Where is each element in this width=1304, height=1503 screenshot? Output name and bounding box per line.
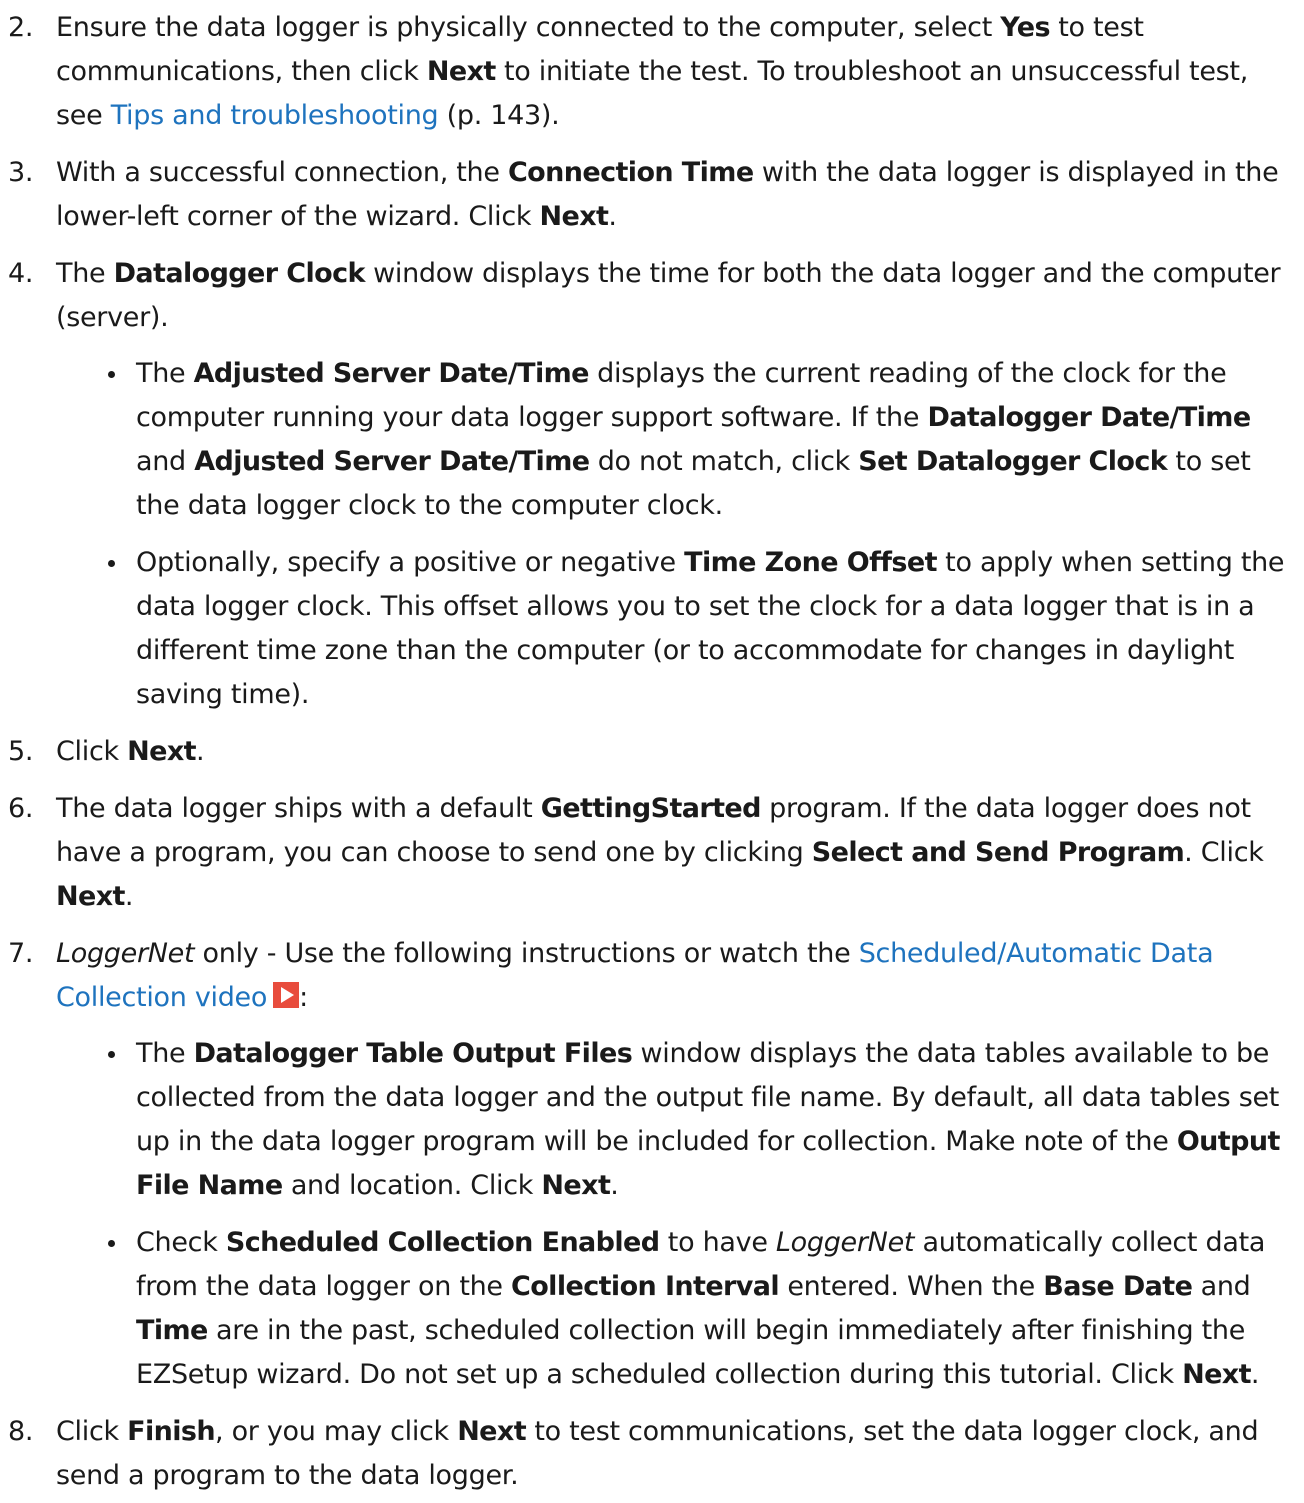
text-run: entered. When the (779, 1271, 1044, 1302)
ui-term: Set Datalogger Clock (858, 446, 1168, 477)
ui-term: Next (541, 1170, 611, 1201)
ui-term: Datalogger Date/Time (927, 402, 1251, 433)
ui-term: Time Zone Offset (684, 547, 937, 578)
ui-term: Select and Send Program (811, 837, 1185, 868)
text-run: Click (56, 1416, 128, 1447)
step-number: 5. (8, 736, 34, 767)
step-text: Click Finish, or you may click Next to t… (56, 1410, 1290, 1498)
text-run: With a successful connection, the (56, 157, 508, 188)
ui-term: Adjusted Server Date/Time (194, 446, 590, 477)
ui-term: Next (56, 881, 125, 912)
ui-term: Time (136, 1315, 208, 1346)
text-run: . (610, 1170, 619, 1201)
ui-term: Base Date (1043, 1271, 1193, 1302)
text-run: The (56, 258, 114, 289)
step-number: 7. (8, 938, 34, 969)
text-run: Check (136, 1227, 226, 1258)
step-number: 6. (8, 793, 34, 824)
step-3: 3. With a successful connection, the Con… (8, 151, 1290, 239)
text-run: : (299, 982, 308, 1013)
text-run: The (136, 358, 194, 389)
ui-term: Scheduled Collection Enabled (225, 1227, 660, 1258)
bullet-item: Optionally, specify a positive or negati… (86, 541, 1290, 717)
step-number: 2. (8, 12, 34, 43)
step-number: 3. (8, 157, 34, 188)
ui-term: GettingStarted (540, 793, 762, 824)
text-run: . (195, 736, 205, 767)
play-video-icon[interactable] (273, 982, 300, 1008)
tips-troubleshooting-link[interactable]: Tips and troubleshooting (111, 100, 439, 131)
text-run: to have (659, 1227, 776, 1258)
step-8: 8. Click Finish, or you may click Next t… (8, 1410, 1290, 1498)
step-4: 4. The Datalogger Clock window displays … (8, 252, 1290, 717)
text-run: Ensure the data logger is physically con… (56, 12, 1001, 43)
text-run: . Click (1184, 837, 1264, 868)
ui-term: Connection Time (507, 157, 754, 188)
text-run: . (608, 201, 617, 232)
step-4-bullets: The Adjusted Server Date/Time displays t… (56, 352, 1290, 717)
instruction-steps: 2. Ensure the data logger is physically … (8, 6, 1290, 1498)
step-number: 4. (8, 258, 34, 289)
text-run: , or you may click (215, 1416, 458, 1447)
ui-term: Adjusted Server Date/Time (193, 358, 590, 389)
ui-term: Next (127, 736, 196, 767)
ui-term: Datalogger Table Output Files (193, 1038, 633, 1069)
text-run: Click (56, 736, 128, 767)
step-2: 2. Ensure the data logger is physically … (8, 6, 1290, 138)
bullet-item: Check Scheduled Collection Enabled to ha… (86, 1221, 1290, 1397)
step-text: With a successful connection, the Connec… (56, 151, 1290, 239)
text-run: do not match, click (589, 446, 859, 477)
ui-term: Datalogger Clock (113, 258, 366, 289)
step-text: Ensure the data logger is physically con… (56, 6, 1290, 138)
text-run: The data logger ships with a default (56, 793, 541, 824)
ui-term: Next (426, 56, 496, 87)
ui-term: Finish (127, 1416, 215, 1447)
text-run: . (124, 881, 134, 912)
ui-term: Next (539, 201, 609, 232)
text-run: only - Use the following instructions or… (194, 938, 859, 969)
ui-term: Next (457, 1416, 527, 1447)
product-name: LoggerNet (775, 1227, 915, 1258)
text-run: and (1192, 1271, 1251, 1302)
text-run: The (136, 1038, 194, 1069)
step-7: 7. LoggerNet only - Use the following in… (8, 932, 1290, 1397)
step-7-bullets: The Datalogger Table Output Files window… (56, 1032, 1290, 1397)
step-6: 6. The data logger ships with a default … (8, 787, 1290, 919)
step-text: The data logger ships with a default Get… (56, 787, 1290, 919)
step-number: 8. (8, 1416, 34, 1447)
ui-term: Collection Interval (511, 1271, 780, 1302)
step-text: The Datalogger Clock window displays the… (56, 252, 1290, 340)
text-run: Optionally, specify a positive or negati… (136, 547, 685, 578)
bullet-item: The Adjusted Server Date/Time displays t… (86, 352, 1290, 528)
ui-term: Next (1182, 1359, 1251, 1390)
text-run: . (1250, 1359, 1260, 1390)
text-run: and location. Click (282, 1170, 542, 1201)
product-name: LoggerNet (56, 938, 195, 969)
text-run: are in the past, scheduled collection wi… (136, 1315, 1246, 1390)
step-5: 5. Click Next. (8, 730, 1290, 774)
text-run: and (136, 446, 195, 477)
ui-term: Yes (1000, 12, 1050, 43)
document-page: 2. Ensure the data logger is physically … (0, 0, 1304, 1503)
bullet-item: The Datalogger Table Output Files window… (86, 1032, 1290, 1208)
step-text: Click Next. (56, 730, 1290, 774)
text-run: (p. 143). (438, 100, 560, 131)
step-text: LoggerNet only - Use the following instr… (56, 932, 1290, 1020)
